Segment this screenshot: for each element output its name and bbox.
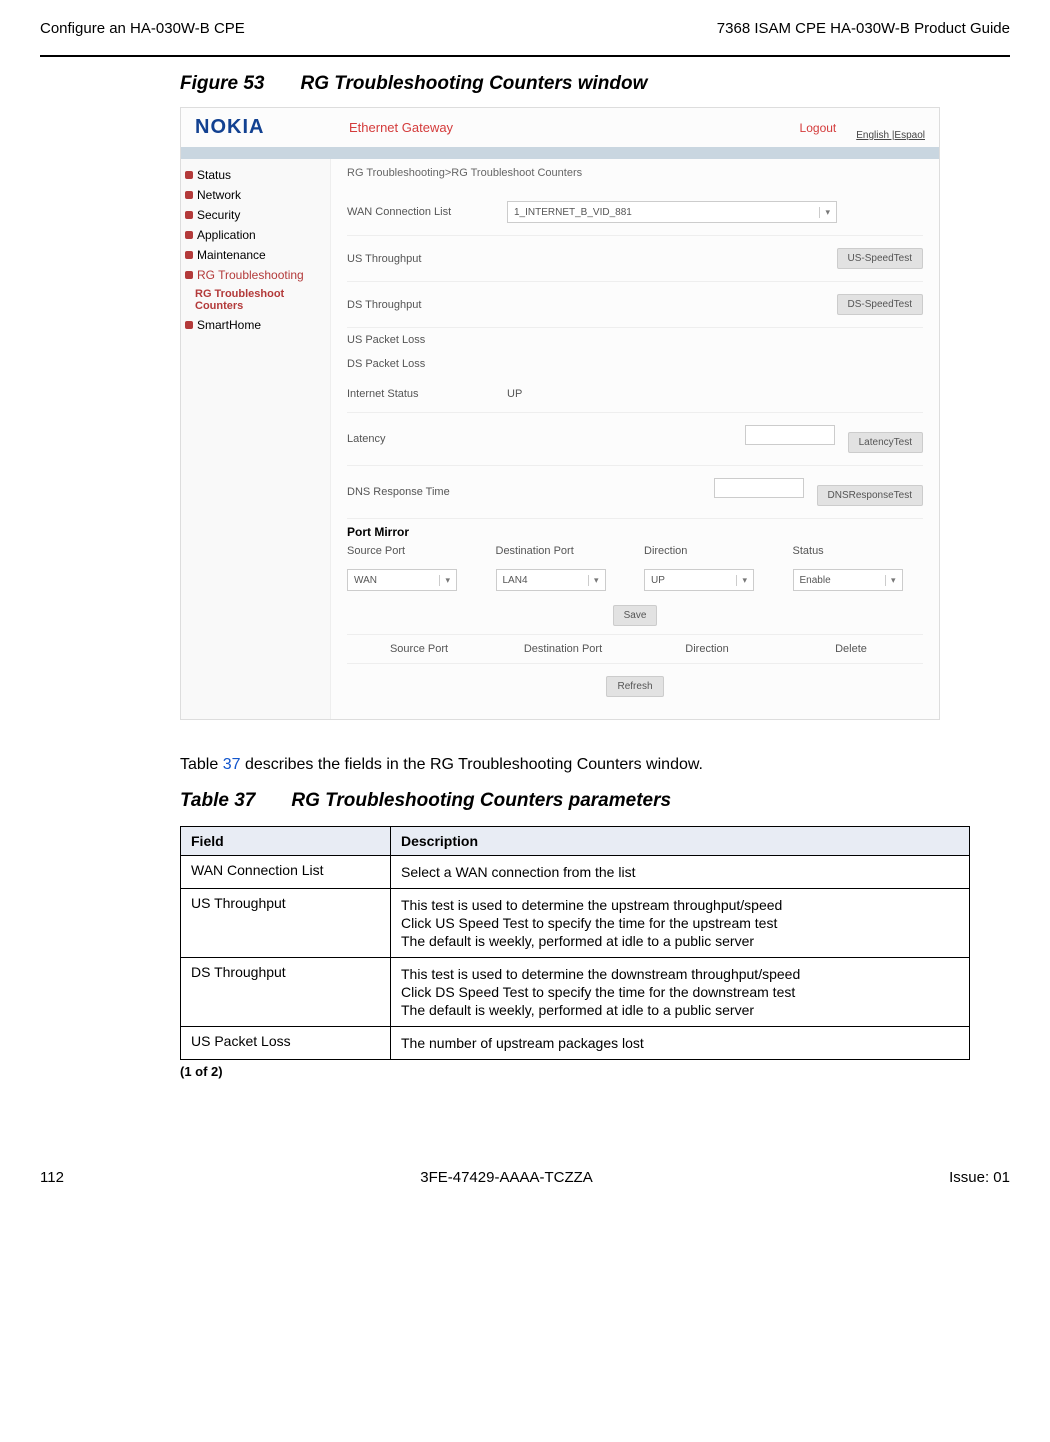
internet-status-label: Internet Status bbox=[347, 388, 507, 400]
sidebar-item-network[interactable]: Network bbox=[181, 185, 330, 205]
figure-caption: RG Troubleshooting Counters window bbox=[300, 73, 647, 94]
wan-connection-value: 1_INTERNET_B_VID_881 bbox=[514, 207, 632, 218]
desc-line: Select a WAN connection from the list bbox=[401, 864, 959, 880]
col-dest-port: Destination Port bbox=[491, 643, 635, 655]
sidebar-item-smarthome[interactable]: SmartHome bbox=[181, 315, 330, 335]
figure-label: Figure 53 bbox=[180, 73, 264, 94]
pm-header-dest: Destination Port bbox=[496, 545, 627, 557]
ds-packet-loss-label: DS Packet Loss bbox=[347, 358, 507, 370]
refresh-button[interactable]: Refresh bbox=[606, 676, 663, 697]
col-direction: Direction bbox=[635, 643, 779, 655]
header-divider bbox=[40, 55, 1010, 57]
cell-field: US Packet Loss bbox=[181, 1027, 391, 1060]
sidebar: Status Network Security Application Main… bbox=[181, 159, 331, 719]
th-description: Description bbox=[391, 827, 970, 856]
dns-response-input[interactable] bbox=[714, 478, 804, 498]
caption-pre: Table bbox=[180, 756, 223, 773]
pm-source-select[interactable]: WAN ▾ bbox=[347, 569, 457, 591]
sidebar-item-maintenance[interactable]: Maintenance bbox=[181, 245, 330, 265]
pm-header-source: Source Port bbox=[347, 545, 478, 557]
dns-response-label: DNS Response Time bbox=[347, 486, 507, 498]
caption-link[interactable]: 37 bbox=[223, 756, 241, 773]
sidebar-item-application[interactable]: Application bbox=[181, 225, 330, 245]
desc-line: This test is used to determine the upstr… bbox=[401, 897, 959, 913]
cell-desc: This test is used to determine the downs… bbox=[391, 958, 970, 1027]
sidebar-item-rg-troubleshooting[interactable]: RG Troubleshooting bbox=[181, 265, 330, 285]
pm-header-direction: Direction bbox=[644, 545, 775, 557]
header-right: 7368 ISAM CPE HA-030W-B Product Guide bbox=[717, 20, 1010, 37]
pm-dest-value: LAN4 bbox=[503, 575, 528, 586]
pm-direction-value: UP bbox=[651, 575, 665, 586]
latency-label: Latency bbox=[347, 433, 507, 445]
caption-post: describes the fields in the RG Troublesh… bbox=[241, 756, 703, 773]
cell-desc: Select a WAN connection from the list bbox=[391, 856, 970, 889]
dns-response-test-button[interactable]: DNSResponseTest bbox=[817, 485, 923, 506]
latency-test-button[interactable]: LatencyTest bbox=[848, 432, 923, 453]
table-caption: RG Troubleshooting Counters parameters bbox=[291, 790, 671, 811]
sidebar-item-security[interactable]: Security bbox=[181, 205, 330, 225]
sidebar-item-status[interactable]: Status bbox=[181, 165, 330, 185]
sidebar-subitem-counters[interactable]: RG Troubleshoot Counters bbox=[181, 285, 330, 315]
col-delete: Delete bbox=[779, 643, 923, 655]
col-source-port: Source Port bbox=[347, 643, 491, 655]
breadcrumb: RG Troubleshooting>RG Troubleshoot Count… bbox=[347, 167, 923, 179]
desc-line: Click US Speed Test to specify the time … bbox=[401, 915, 959, 931]
pm-status-select[interactable]: Enable ▾ bbox=[793, 569, 903, 591]
cell-desc: The number of upstream packages lost bbox=[391, 1027, 970, 1060]
table-row: US Throughput This test is used to deter… bbox=[181, 889, 970, 958]
desc-line: Click DS Speed Test to specify the time … bbox=[401, 984, 959, 1000]
pm-source-value: WAN bbox=[354, 575, 377, 586]
desc-line: The default is weekly, performed at idle… bbox=[401, 1002, 959, 1018]
internet-status-value: UP bbox=[507, 388, 923, 400]
screenshot-header: NOKIA Ethernet Gateway Logout English |E… bbox=[181, 108, 939, 159]
table-label: Table 37 bbox=[180, 790, 255, 811]
us-speedtest-button[interactable]: US-SpeedTest bbox=[837, 248, 923, 269]
pm-header-status: Status bbox=[793, 545, 924, 557]
header-left: Configure an HA-030W-B CPE bbox=[40, 20, 245, 37]
table-row: DS Throughput This test is used to deter… bbox=[181, 958, 970, 1027]
table-row: US Packet Loss The number of upstream pa… bbox=[181, 1027, 970, 1060]
wan-connection-label: WAN Connection List bbox=[347, 206, 507, 218]
pm-dest-select[interactable]: LAN4 ▾ bbox=[496, 569, 606, 591]
gateway-title: Ethernet Gateway bbox=[325, 120, 800, 135]
parameters-table: Field Description WAN Connection List Se… bbox=[180, 826, 970, 1060]
desc-line: The number of upstream packages lost bbox=[401, 1035, 959, 1051]
footer-page: 112 bbox=[40, 1169, 64, 1186]
chevron-down-icon: ▾ bbox=[819, 207, 830, 218]
chevron-down-icon: ▾ bbox=[885, 575, 896, 586]
footer-issue: Issue: 01 bbox=[949, 1169, 1010, 1186]
caption-line: Table 37 describes the fields in the RG … bbox=[180, 756, 1010, 774]
pager-note: (1 of 2) bbox=[180, 1064, 1010, 1079]
us-packet-loss-label: US Packet Loss bbox=[347, 334, 507, 346]
logout-link[interactable]: Logout bbox=[800, 121, 837, 135]
cell-field: US Throughput bbox=[181, 889, 391, 958]
wan-connection-select[interactable]: 1_INTERNET_B_VID_881 ▾ bbox=[507, 201, 837, 223]
screenshot-container: NOKIA Ethernet Gateway Logout English |E… bbox=[180, 107, 940, 720]
footer-doc: 3FE-47429-AAAA-TCZZA bbox=[420, 1169, 593, 1186]
desc-line: The default is weekly, performed at idle… bbox=[401, 933, 959, 949]
cell-field: WAN Connection List bbox=[181, 856, 391, 889]
cell-desc: This test is used to determine the upstr… bbox=[391, 889, 970, 958]
save-button[interactable]: Save bbox=[613, 605, 658, 626]
chevron-down-icon: ▾ bbox=[439, 575, 450, 586]
port-mirror-title: Port Mirror bbox=[347, 525, 923, 539]
nokia-logo: NOKIA bbox=[195, 116, 325, 139]
th-field: Field bbox=[181, 827, 391, 856]
chevron-down-icon: ▾ bbox=[588, 575, 599, 586]
desc-line: This test is used to determine the downs… bbox=[401, 966, 959, 982]
pm-status-value: Enable bbox=[800, 575, 831, 586]
ds-speedtest-button[interactable]: DS-SpeedTest bbox=[837, 294, 923, 315]
ds-throughput-label: DS Throughput bbox=[347, 299, 507, 311]
pm-direction-select[interactable]: UP ▾ bbox=[644, 569, 754, 591]
us-throughput-label: US Throughput bbox=[347, 253, 507, 265]
chevron-down-icon: ▾ bbox=[736, 575, 747, 586]
table-row: WAN Connection List Select a WAN connect… bbox=[181, 856, 970, 889]
latency-input[interactable] bbox=[745, 425, 835, 445]
table-title: Table 37 RG Troubleshooting Counters para… bbox=[180, 790, 1010, 812]
language-links[interactable]: English |Espaol bbox=[856, 130, 925, 141]
cell-field: DS Throughput bbox=[181, 958, 391, 1027]
figure-title: Figure 53 RG Troubleshooting Counters win… bbox=[180, 73, 1010, 95]
